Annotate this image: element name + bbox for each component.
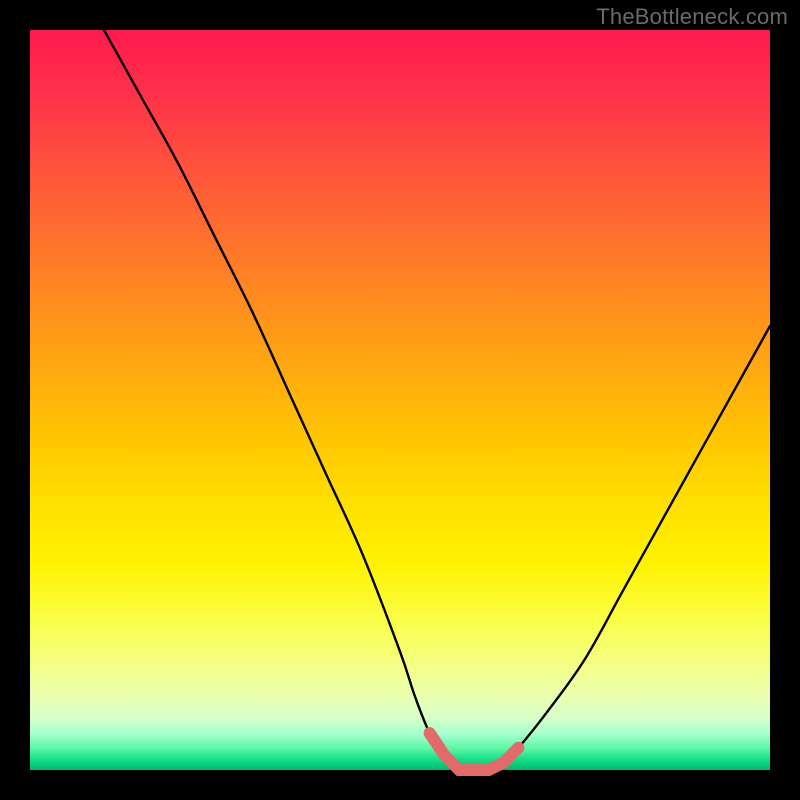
watermark-text: TheBottleneck.com [596, 4, 788, 30]
plot-area [30, 30, 770, 770]
chart-frame: TheBottleneck.com [0, 0, 800, 800]
optimal-range-marker [430, 733, 519, 770]
curve-svg [30, 30, 770, 770]
bottleneck-curve [104, 30, 770, 771]
